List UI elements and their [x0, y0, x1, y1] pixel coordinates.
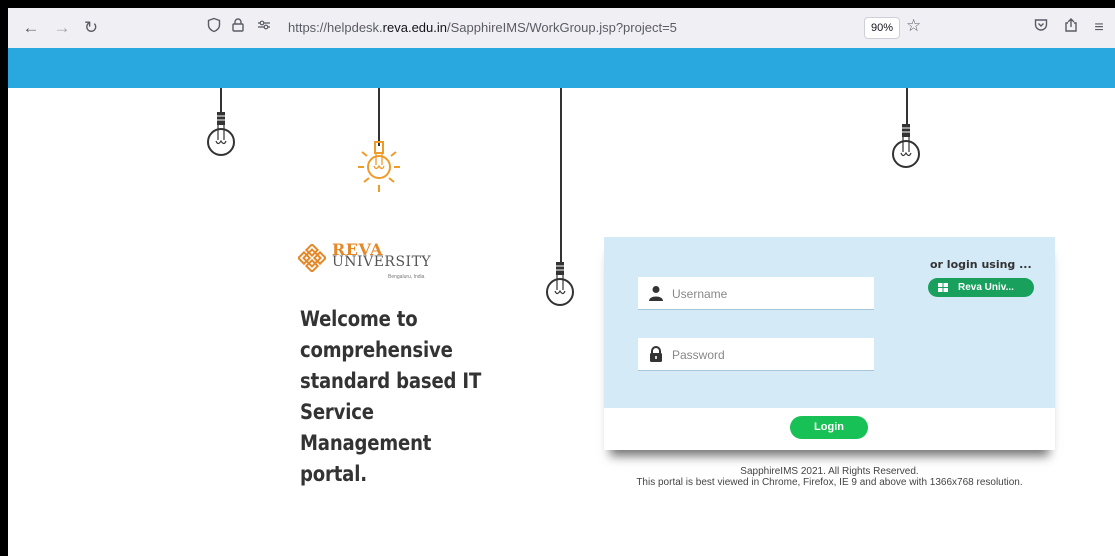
pocket-icon[interactable] — [1030, 17, 1052, 39]
shield-icon[interactable] — [204, 17, 224, 37]
lit-lightbulb-icon — [358, 141, 400, 192]
url-text[interactable]: https://helpdesk.reva.edu.in/SapphireIMS… — [288, 20, 677, 35]
reload-icon[interactable]: ↻ — [80, 17, 102, 39]
url-prefix: https://helpdesk. — [288, 20, 383, 35]
sso-login-button[interactable]: Reva Univ... — [928, 278, 1034, 297]
lock-icon[interactable] — [228, 17, 248, 37]
padlock-icon — [650, 346, 662, 362]
login-form-area: or login using ... Reva Univ... — [604, 237, 1055, 408]
welcome-line: Welcome to — [300, 307, 418, 331]
welcome-line: Service Management — [300, 400, 432, 455]
lightbulb-icon — [546, 262, 574, 306]
forward-arrow-icon[interactable]: → — [51, 17, 73, 39]
page-footer: SapphireIMS 2021. All Rights Reserved. T… — [604, 466, 1055, 488]
login-panel: or login using ... Reva Univ... Login — [604, 237, 1055, 450]
welcome-line: comprehensive — [300, 338, 453, 362]
bookmark-star-icon[interactable]: ☆ — [906, 16, 921, 36]
permissions-icon[interactable] — [254, 17, 274, 37]
welcome-heading: Welcome to comprehensive standard based … — [300, 304, 506, 490]
logo-subtitle: UNIVERSITY — [332, 254, 432, 270]
url-domain: reva.edu.in — [382, 20, 447, 35]
welcome-line: portal. — [300, 462, 367, 486]
url-bar[interactable]: https://helpdesk.reva.edu.in/SapphireIMS… — [196, 14, 936, 42]
username-field[interactable] — [638, 277, 874, 310]
browser-window: ← → ↻ https://helpdesk.reva.edu.in/Sapph… — [8, 8, 1115, 556]
username-input[interactable] — [670, 283, 870, 305]
password-input[interactable] — [670, 344, 870, 366]
knot-emblem-icon — [298, 244, 326, 272]
welcome-line: standard based IT — [300, 369, 482, 393]
zoom-level-badge[interactable]: 90% — [864, 17, 900, 39]
copyright-text: SapphireIMS 2021. All Rights Reserved. — [740, 466, 919, 477]
reva-university-logo: REVA UNIVERSITY Bengaluru, India — [298, 240, 438, 280]
resolution-note: This portal is best viewed in Chrome, Fi… — [636, 477, 1023, 488]
login-button[interactable]: Login — [790, 416, 868, 439]
bulb-wire — [560, 88, 562, 268]
or-login-using-label: or login using ... — [930, 258, 1032, 271]
windows-icon — [938, 283, 948, 292]
lightbulb-icon — [207, 112, 235, 156]
url-path: /SapphireIMS/WorkGroup.jsp?project=5 — [447, 20, 677, 35]
user-icon — [649, 286, 663, 301]
share-icon[interactable] — [1060, 17, 1082, 39]
logo-location: Bengaluru, India — [388, 274, 425, 280]
browser-toolbar: ← → ↻ https://helpdesk.reva.edu.in/Sapph… — [8, 8, 1115, 49]
sso-login-label: Reva Univ... — [958, 282, 1014, 293]
password-field[interactable] — [638, 338, 874, 371]
bulb-wire — [906, 88, 908, 128]
lightbulb-icon — [892, 124, 920, 168]
top-banner — [8, 48, 1115, 88]
back-arrow-icon[interactable]: ← — [20, 17, 42, 39]
bulb-wire — [378, 88, 380, 146]
menu-icon[interactable]: ≡ — [1088, 17, 1110, 39]
